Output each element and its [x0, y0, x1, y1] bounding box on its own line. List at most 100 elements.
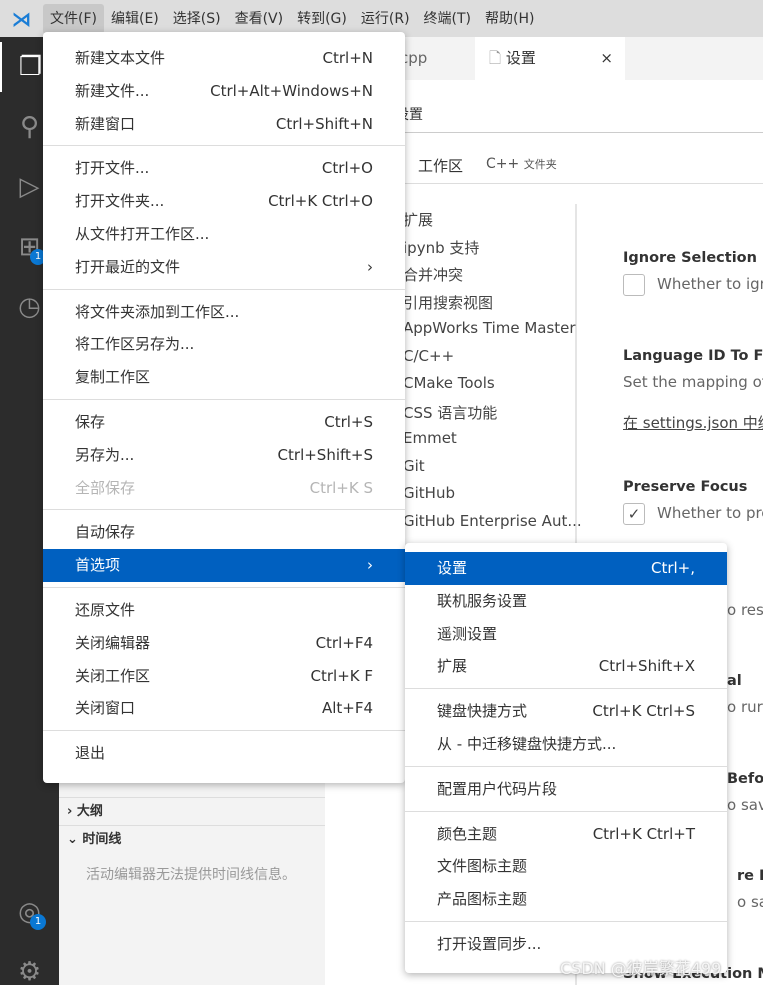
menu-item-label: 打开最近的文件	[75, 257, 181, 276]
menu-item-label: 从文件打开工作区...	[75, 225, 210, 243]
menu-item[interactable]: 配置用户代码片段	[405, 773, 727, 806]
menu-item-label: 全部保存	[75, 478, 136, 497]
menu-item[interactable]: 复制工作区	[43, 361, 405, 394]
menu-item[interactable]: 打开文件... Ctrl+O	[43, 152, 405, 185]
menu-item-shortcut: Ctrl+N	[322, 49, 373, 67]
menu-item[interactable]: 新建文件... Ctrl+Alt+Windows+N	[43, 75, 405, 108]
menu-item-label: 打开文件夹...	[75, 192, 165, 211]
accounts-icon[interactable]: ◎ 1	[0, 887, 59, 937]
menu-item[interactable]: 另存为... Ctrl+Shift+S	[43, 439, 405, 472]
tab-workspace[interactable]: 工作区	[418, 155, 463, 176]
setting-title: re Ru	[737, 868, 763, 884]
menu-item[interactable]: 首选项 ›	[43, 549, 405, 583]
menu-item[interactable]: 遥测设置	[405, 618, 727, 651]
menu-item-label: 配置用户代码片段	[437, 779, 558, 798]
menu-item-label: 另存为...	[75, 445, 135, 464]
menu-item[interactable]: 将工作区另存为...	[43, 328, 405, 361]
menu-item-label: 新建窗口	[75, 114, 136, 133]
menu-2[interactable]: 选择(S)	[166, 4, 228, 34]
menu-item[interactable]: 新建文本文件 Ctrl+N	[43, 42, 405, 75]
menu-item[interactable]: 扩展 Ctrl+Shift+X	[405, 650, 727, 683]
setting-title: Befor	[727, 771, 763, 787]
tree-item[interactable]: ipynb 支持	[403, 237, 479, 258]
menu-4[interactable]: 转到(G)	[290, 4, 354, 34]
menu-item[interactable]: 打开最近的文件 ›	[43, 251, 405, 284]
menu-3[interactable]: 查看(V)	[228, 4, 291, 34]
menu-item[interactable]: 关闭窗口 Alt+F4	[43, 692, 405, 725]
menu-item[interactable]: 打开文件夹... Ctrl+K Ctrl+O	[43, 185, 405, 218]
tree-item[interactable]: CMake Tools	[403, 374, 495, 392]
menu-item-shortcut: Ctrl+K F	[310, 666, 374, 685]
accounts-badge: 1	[30, 914, 46, 930]
setting-title: Preserve Focus	[623, 479, 748, 495]
tree-item[interactable]: GitHub Enterprise Aut...	[403, 512, 582, 530]
menu-item[interactable]: 文件图标主题	[405, 850, 727, 883]
menu-item[interactable]: 自动保存	[43, 516, 405, 549]
vscode-logo-icon: ⋊	[11, 6, 32, 31]
menu-7[interactable]: 帮助(H)	[478, 4, 541, 34]
menu-5[interactable]: 运行(R)	[354, 4, 417, 34]
menu-item[interactable]: 颜色主题 Ctrl+K Ctrl+T	[405, 818, 727, 851]
tree-item[interactable]: 引用搜索视图	[403, 292, 493, 313]
menu-item-label: 设置	[437, 559, 468, 577]
setting-checkbox[interactable]	[623, 274, 645, 296]
menu-item[interactable]: 新建窗口 Ctrl+Shift+N	[43, 108, 405, 141]
setting-title: Language ID To File	[623, 348, 763, 364]
menu-item[interactable]: 还原文件	[43, 594, 405, 627]
menu-item-label: 关闭窗口	[75, 699, 136, 718]
menu-separator	[43, 730, 405, 732]
menu-item-label: 将工作区另存为...	[75, 335, 195, 354]
tree-item[interactable]: 合并冲突	[403, 264, 463, 285]
close-icon[interactable]: ×	[600, 37, 613, 80]
tree-item[interactable]: Git	[403, 457, 425, 475]
setting-title: al	[727, 673, 742, 689]
tab-folder-cpp[interactable]: C++ 文件夹	[486, 156, 557, 172]
edit-in-settings-json-link[interactable]: 在 settings.json 中编	[623, 412, 763, 433]
menu-0[interactable]: 文件(F)	[43, 3, 104, 34]
menu-item[interactable]: 从文件打开工作区...	[43, 218, 405, 251]
setting-desc: o res	[727, 601, 763, 619]
menu-item-label: 首选项	[75, 556, 121, 575]
tree-item[interactable]: 扩展	[403, 209, 433, 230]
menu-item-label: 文件图标主题	[437, 857, 528, 876]
menu-item[interactable]: 将文件夹添加到工作区...	[43, 296, 405, 329]
tab-label: 设置	[505, 49, 536, 67]
menu-item-shortcut: ›	[367, 556, 373, 575]
menu-item[interactable]: 产品图标主题	[405, 883, 727, 916]
menu-item[interactable]: 从 - 中迁移键盘快捷方式...	[405, 728, 727, 761]
menu-item[interactable]: 全部保存 Ctrl+K S	[43, 472, 405, 505]
setting-checkbox[interactable]: ✓	[623, 503, 645, 525]
menu-item[interactable]: 联机服务设置	[405, 585, 727, 618]
setting-desc: o rur	[727, 698, 763, 716]
menu-item-label: 关闭编辑器	[75, 633, 151, 652]
menu-item[interactable]: 关闭编辑器 Ctrl+F4	[43, 627, 405, 660]
menu-item-label: 复制工作区	[75, 368, 151, 387]
menu-item[interactable]: 关闭工作区 Ctrl+K F	[43, 660, 405, 693]
setting-desc: Whether to ign	[657, 275, 763, 293]
menu-item-shortcut: Ctrl+Alt+Windows+N	[210, 81, 373, 100]
menu-item-shortcut: Ctrl+Shift+S	[277, 445, 373, 464]
menu-item[interactable]: 退出	[43, 737, 405, 770]
tree-item[interactable]: AppWorks Time Master	[403, 319, 576, 337]
timeline-section[interactable]: ⌄ 时间线	[59, 825, 325, 853]
menu-item[interactable]: 保存 Ctrl+S	[43, 406, 405, 439]
outline-label: 大纲	[76, 804, 103, 819]
menu-item-shortcut: Ctrl+O	[321, 159, 373, 178]
menu-separator	[405, 765, 727, 767]
menu-item-label: 将文件夹添加到工作区...	[75, 302, 240, 321]
gear-icon[interactable]: ⚙	[0, 947, 59, 997]
menu-separator	[43, 145, 405, 147]
tree-item[interactable]: Emmet	[403, 429, 457, 447]
menu-1[interactable]: 编辑(E)	[104, 4, 166, 34]
tree-item[interactable]: GitHub	[403, 484, 455, 502]
menu-item[interactable]: 设置 Ctrl+,	[405, 552, 727, 585]
menu-6[interactable]: 终端(T)	[417, 4, 478, 34]
outline-section[interactable]: › 大纲	[59, 797, 325, 825]
menu-item-label: 扩展	[437, 657, 468, 676]
menu-item[interactable]: 键盘快捷方式 Ctrl+K Ctrl+S	[405, 695, 727, 728]
tree-item[interactable]: CSS 语言功能	[403, 402, 497, 423]
tree-item[interactable]: C/C++	[403, 347, 454, 365]
tab-settings[interactable]: 🗋 设置 ×	[475, 37, 625, 80]
menu-item-shortcut: Ctrl+Shift+X	[598, 657, 695, 676]
menu-item-shortcut: Ctrl+S	[324, 413, 373, 431]
